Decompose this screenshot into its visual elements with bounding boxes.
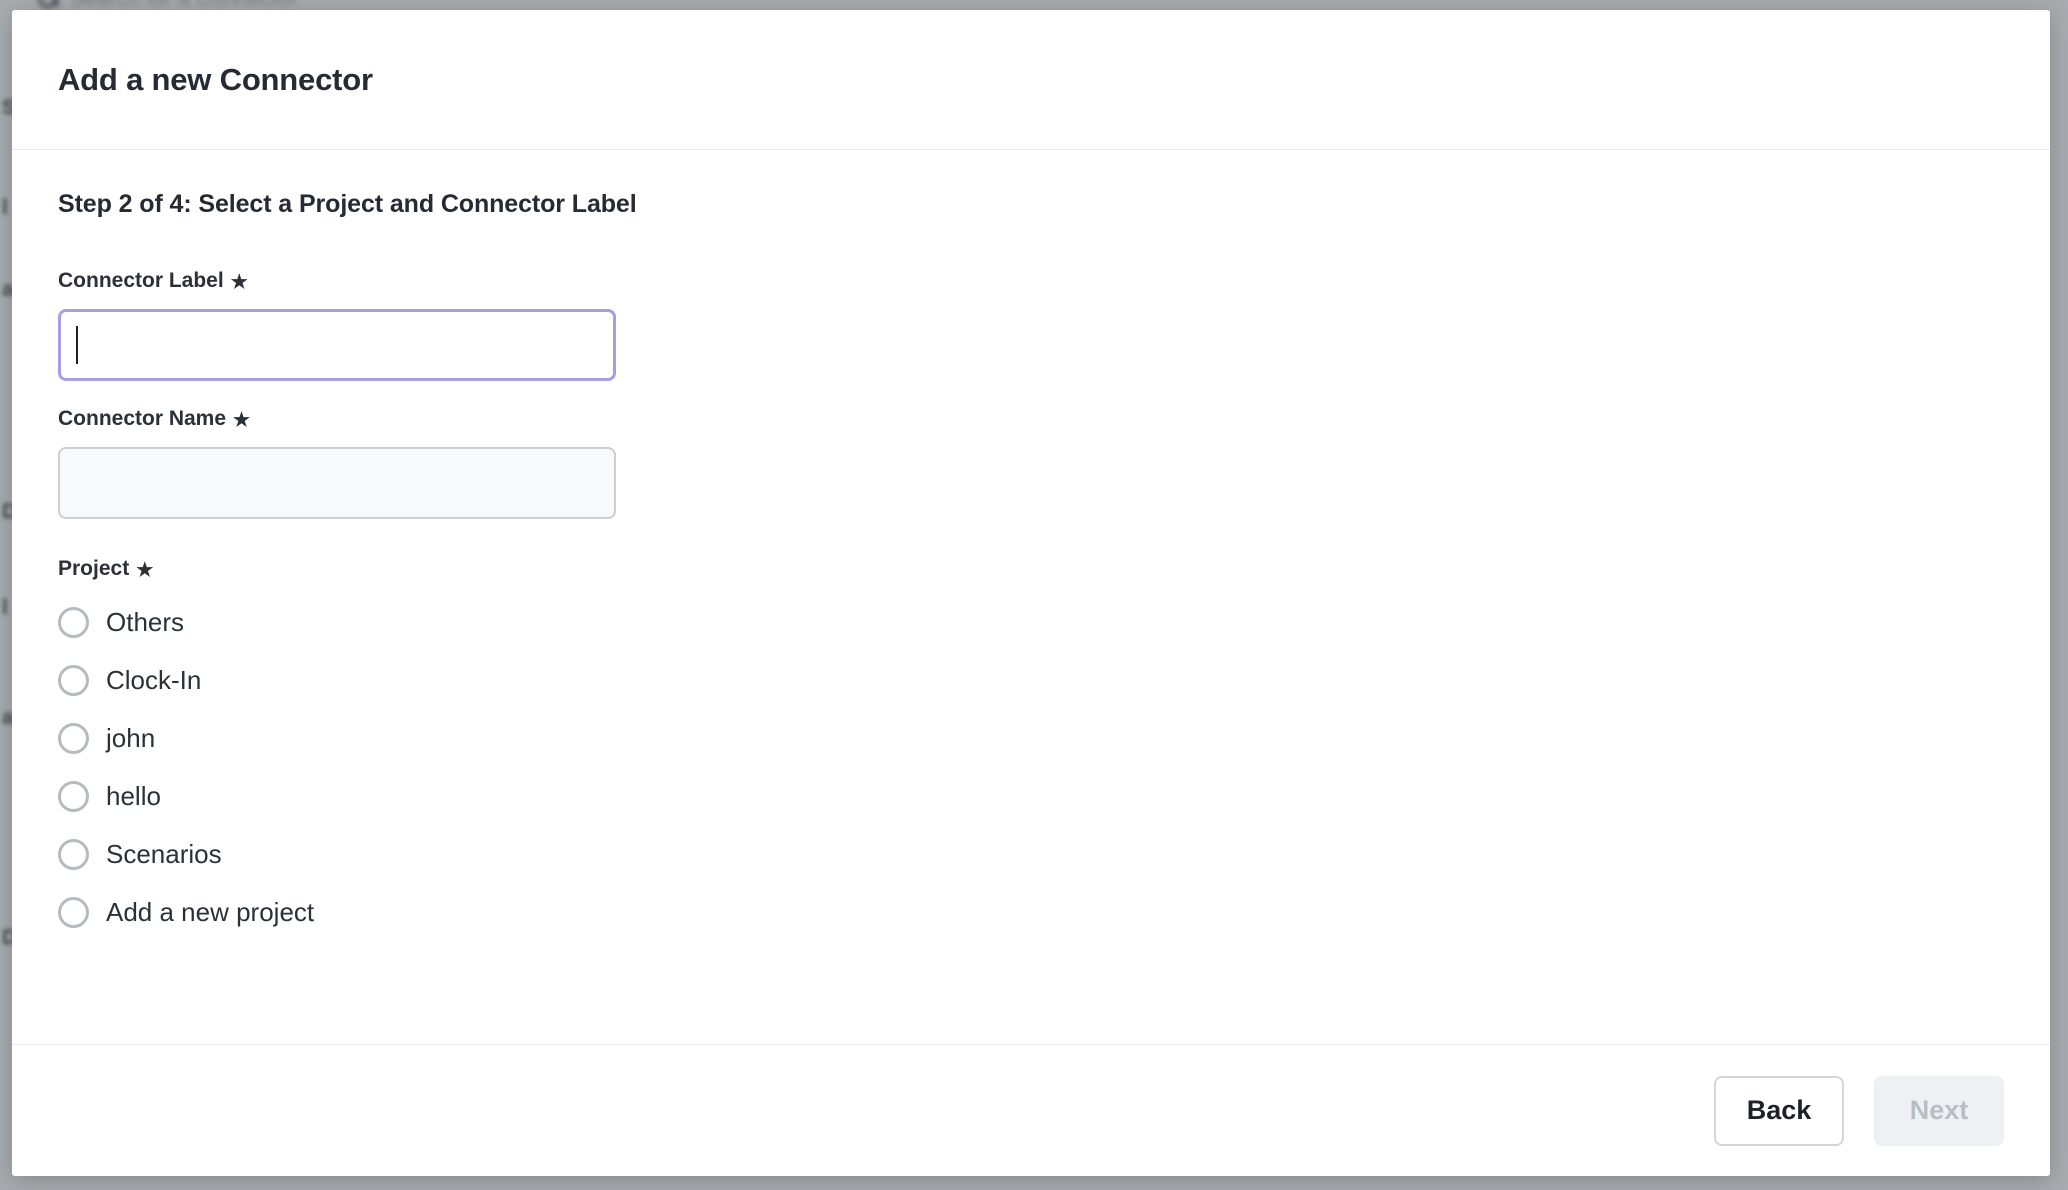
connector-name-input[interactable] (58, 447, 616, 519)
modal-footer: Back Next (12, 1044, 2050, 1176)
connector-label-label: Connector Label ★ (58, 269, 2004, 293)
modal-body: Step 2 of 4: Select a Project and Connec… (12, 150, 2050, 1044)
radio-circle-icon[interactable] (58, 780, 89, 812)
radio-circle-icon[interactable] (58, 896, 89, 928)
radio-label: Clock-In (106, 664, 202, 695)
back-button[interactable]: Back (1714, 1075, 1844, 1146)
radio-label: Others (106, 606, 185, 637)
radio-label: Add a new project (106, 896, 315, 927)
step-heading: Step 2 of 4: Select a Project and Connec… (58, 190, 637, 218)
radio-label: john (106, 722, 156, 753)
radio-option-add-a-new-project[interactable]: Add a new project (58, 883, 328, 941)
next-button: Next (1874, 1075, 2004, 1146)
radio-option-others[interactable]: Others (58, 593, 198, 651)
radio-circle-icon[interactable] (58, 664, 89, 696)
radio-label: Scenarios (106, 838, 222, 869)
required-star-icon: ★ (233, 409, 251, 431)
connector-label-input[interactable] (58, 309, 616, 381)
radio-circle-icon[interactable] (58, 722, 89, 754)
connector-label-input-wrap (58, 309, 616, 381)
connector-name-label-text: Connector Name (58, 407, 227, 430)
radio-option-scenarios[interactable]: Scenarios (58, 825, 236, 883)
connector-label-field-block: Connector Label ★ (58, 269, 2004, 381)
add-connector-modal: Add a new Connector Step 2 of 4: Select … (12, 10, 2050, 1176)
project-label-text: Project (58, 557, 130, 580)
text-cursor (76, 326, 78, 364)
modal-header: Add a new Connector (12, 10, 2050, 150)
modal-title: Add a new Connector (58, 61, 373, 97)
radio-option-clock-in[interactable]: Clock-In (58, 651, 215, 709)
project-radio-group: Others Clock-In john hello Scenarios Add… (58, 593, 2004, 941)
connector-name-field-block: Connector Name ★ (58, 407, 2004, 519)
background-fragment: l (2, 196, 8, 219)
background-fragment: l (2, 596, 8, 619)
radio-option-hello[interactable]: hello (58, 767, 175, 825)
required-star-icon: ★ (136, 559, 154, 581)
required-star-icon: ★ (230, 271, 248, 293)
project-label: Project ★ (58, 557, 2004, 581)
radio-label: hello (106, 780, 161, 811)
radio-option-john[interactable]: john (58, 709, 169, 767)
radio-circle-icon[interactable] (58, 838, 89, 870)
connector-name-label: Connector Name ★ (58, 407, 2004, 431)
search-icon (38, 0, 60, 10)
connector-label-label-text: Connector Label (58, 269, 224, 292)
radio-circle-icon[interactable] (58, 606, 89, 638)
